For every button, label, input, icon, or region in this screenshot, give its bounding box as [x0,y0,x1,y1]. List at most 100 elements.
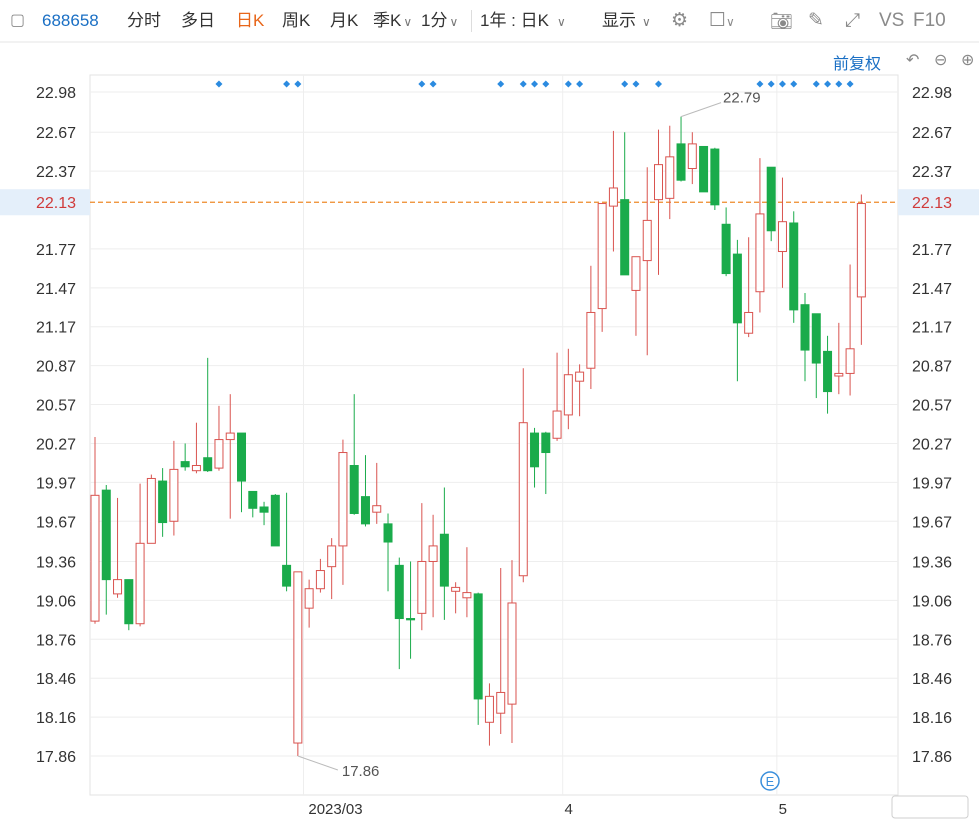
candle-body[interactable] [473,593,483,700]
candle-body[interactable] [642,219,652,262]
candle-body[interactable] [699,145,709,193]
event-diamond-icon[interactable] [756,80,764,88]
candle-body[interactable] [665,156,675,199]
watermark-logo-icon [891,795,969,819]
candle-body[interactable] [90,494,100,622]
candle-body[interactable] [237,432,247,482]
candle-body[interactable] [845,348,855,374]
candle-body[interactable] [530,432,540,468]
candle-body[interactable] [135,542,145,625]
candle-body[interactable] [158,480,168,524]
event-diamond-icon[interactable] [283,80,291,88]
candle-body[interactable] [586,311,596,369]
candle-body[interactable] [710,148,720,206]
candle-body[interactable] [315,570,325,590]
event-diamond-icon[interactable] [564,80,572,88]
candle-body[interactable] [191,465,201,472]
y-tick-label-right: 20.87 [912,359,952,376]
candle-body[interactable] [225,432,235,441]
candle-body[interactable] [259,506,269,513]
y-tick-label-right: 22.67 [912,125,952,142]
candle-body[interactable] [552,410,562,439]
candle-body[interactable] [755,213,765,293]
candle-body[interactable] [507,602,517,705]
event-diamond-icon[interactable] [429,80,437,88]
candle-body[interactable] [541,432,551,454]
event-diamond-icon[interactable] [824,80,832,88]
candle-body[interactable] [789,222,799,311]
candle-body[interactable] [203,457,213,472]
candle-body[interactable] [654,164,663,201]
candle-body[interactable] [372,505,382,513]
candle-body[interactable] [518,422,528,577]
candle-body[interactable] [360,496,370,525]
candle-body[interactable] [394,564,404,620]
candle-body[interactable] [687,143,697,170]
candle-body[interactable] [608,187,618,207]
candle-body[interactable] [349,465,359,514]
event-diamond-icon[interactable] [497,80,505,88]
candle-body[interactable] [811,313,821,364]
event-diamond-icon[interactable] [621,80,629,88]
candle-body[interactable] [439,533,449,587]
x-tick-label: 2023/03 [308,801,362,818]
candle-body[interactable] [248,490,258,509]
event-diamond-icon[interactable] [778,80,786,88]
candle-body[interactable] [293,571,303,744]
event-diamond-icon[interactable] [542,80,550,88]
candle-body[interactable] [146,477,156,544]
candle-body[interactable] [338,452,348,547]
candle-body[interactable] [101,489,111,581]
candle-body[interactable] [451,586,461,592]
candlestick-chart[interactable]: 22.98 22.98 22.67 22.67 22.37 22.37 21.77 21.77… [0,0,979,824]
candle-body[interactable] [800,304,810,351]
candle-body[interactable] [766,166,776,232]
event-diamond-icon[interactable] [418,80,426,88]
candle-body[interactable] [631,256,641,291]
candle-body[interactable] [777,221,787,253]
event-diamond-icon[interactable] [294,80,302,88]
event-diamond-icon[interactable] [767,80,775,88]
candle-body[interactable] [406,618,416,621]
candle-body[interactable] [484,695,494,723]
event-diamond-icon[interactable] [519,80,527,88]
candle-body[interactable] [744,311,754,334]
event-diamond-icon[interactable] [531,80,539,88]
y-tick-label-left: 22.37 [36,164,76,181]
candle-body[interactable] [496,691,506,714]
candle-body[interactable] [270,494,280,547]
candle-body[interactable] [428,545,438,562]
x-tick-label: 5 [779,801,787,818]
candle-body[interactable] [823,350,833,393]
candle-body[interactable] [180,461,190,468]
candle-body[interactable] [462,592,472,599]
candle-body[interactable] [383,523,393,543]
candle-body[interactable] [282,564,292,587]
candle-body[interactable] [676,143,686,181]
candle-body[interactable] [124,579,134,625]
event-diamond-icon[interactable] [576,80,584,88]
event-diamond-icon[interactable] [835,80,843,88]
candle-body[interactable] [732,253,742,324]
candle-body[interactable] [597,203,607,310]
candle-body[interactable] [304,588,314,609]
y-tick-label-left: 19.06 [36,593,76,610]
candle-body[interactable] [417,560,427,614]
candle-body[interactable] [214,439,224,469]
candle-body[interactable] [563,374,573,416]
event-diamond-icon[interactable] [215,80,223,88]
candle-body[interactable] [856,203,866,298]
candle-body[interactable] [169,468,179,522]
event-diamond-icon[interactable] [812,80,820,88]
candle-body[interactable] [834,372,844,377]
candle-body[interactable] [575,371,585,382]
event-diamond-icon[interactable] [790,80,798,88]
candle-body[interactable] [721,223,731,275]
event-diamond-icon[interactable] [655,80,662,88]
event-diamond-icon[interactable] [632,80,640,88]
event-diamond-icon[interactable] [846,80,854,88]
candle-body[interactable] [113,579,123,595]
candle-body[interactable] [620,199,630,276]
x-tick-label: 4 [565,801,573,818]
candle-body[interactable] [327,545,337,568]
